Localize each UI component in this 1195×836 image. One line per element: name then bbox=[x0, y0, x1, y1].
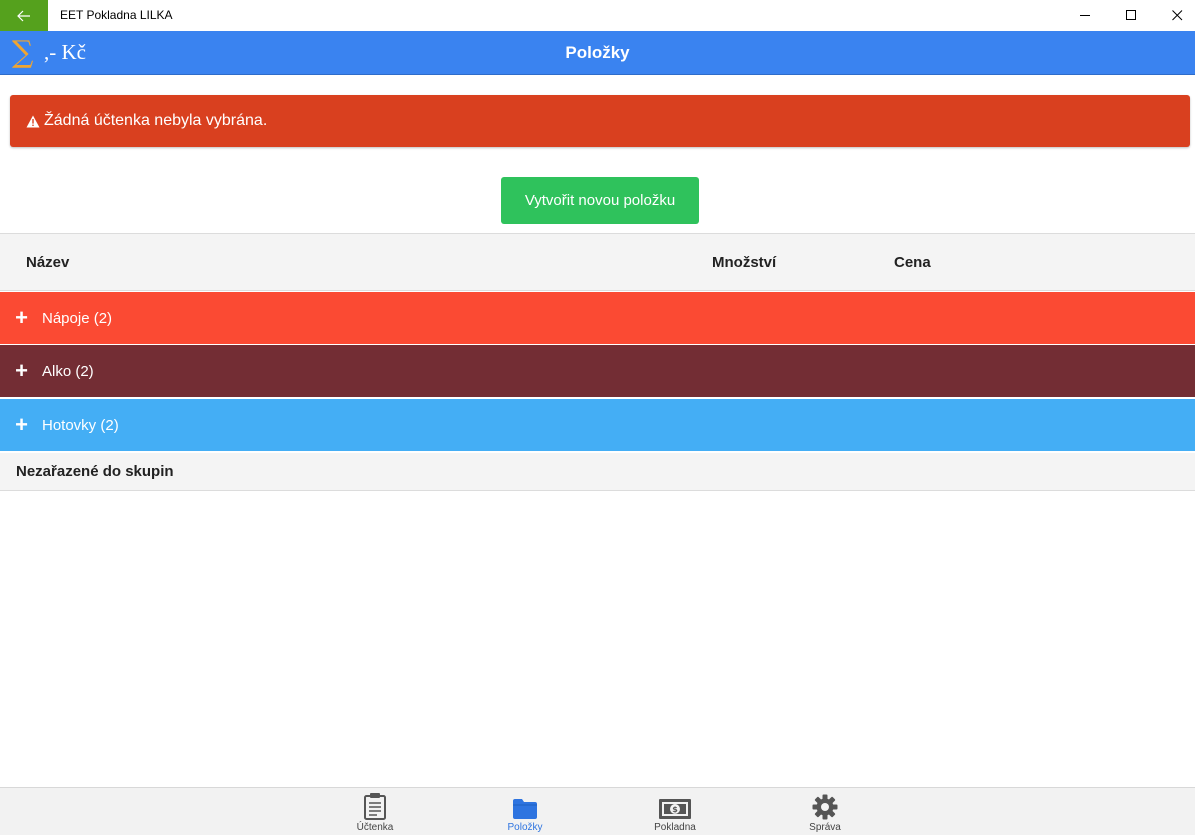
sum-icon: ∑ bbox=[12, 35, 34, 70]
group-label: Hotovky (2) bbox=[42, 416, 119, 434]
expand-plus-icon: + bbox=[15, 412, 28, 437]
group-row-hotovky[interactable]: + Hotovky (2) bbox=[0, 399, 1195, 451]
nav-label: Účtenka bbox=[356, 822, 394, 833]
arrow-left-icon bbox=[17, 10, 30, 21]
minimize-icon bbox=[1079, 15, 1090, 16]
alert-text: Žádná účtenka nebyla vybrána. bbox=[44, 112, 268, 129]
no-receipt-alert: Žádná účtenka nebyla vybrána. bbox=[10, 95, 1190, 147]
nav-item-pokladna[interactable]: $ Pokladna bbox=[630, 788, 720, 836]
expand-plus-icon: + bbox=[15, 358, 28, 383]
column-header-name[interactable]: Název bbox=[26, 234, 69, 292]
column-header-price[interactable]: Cena bbox=[894, 234, 931, 292]
nav-item-uctenka[interactable]: Účtenka bbox=[330, 788, 420, 836]
svg-text:$: $ bbox=[672, 805, 678, 814]
maximize-icon bbox=[1125, 10, 1136, 20]
nav-label: Správa bbox=[809, 822, 841, 833]
create-item-button[interactable]: Vytvořit novou položku bbox=[501, 177, 699, 224]
maximize-button[interactable] bbox=[1108, 0, 1154, 31]
bottom-navigation: Účtenka Položky $ Pokladna Správa bbox=[0, 787, 1195, 835]
app-header: Položky ∑ ,- Kč bbox=[0, 31, 1195, 75]
clipboard-icon bbox=[364, 793, 386, 820]
window-titlebar: EET Pokladna LILKA bbox=[0, 0, 1195, 31]
group-row-alko[interactable]: + Alko (2) bbox=[0, 345, 1195, 397]
receipt-total: ,- Kč bbox=[44, 40, 86, 64]
expand-plus-icon: + bbox=[15, 305, 28, 330]
nav-item-polozky[interactable]: Položky bbox=[480, 788, 570, 836]
close-icon bbox=[1171, 10, 1182, 21]
page-title: Položky bbox=[565, 43, 630, 62]
window-title: EET Pokladna LILKA bbox=[60, 8, 173, 22]
folder-icon bbox=[513, 799, 537, 819]
cash-icon: $ bbox=[659, 799, 691, 819]
table-header: Název Množství Cena bbox=[0, 233, 1195, 291]
gear-icon bbox=[812, 794, 838, 820]
minimize-button[interactable] bbox=[1062, 0, 1108, 31]
group-label: Alko (2) bbox=[42, 362, 94, 380]
nav-item-sprava[interactable]: Správa bbox=[780, 788, 870, 836]
nav-label: Položky bbox=[507, 822, 543, 833]
back-button[interactable] bbox=[0, 0, 48, 31]
group-label: Nápoje (2) bbox=[42, 309, 113, 327]
warning-icon bbox=[26, 115, 40, 127]
nav-label: Pokladna bbox=[654, 822, 696, 833]
ungrouped-section-header: Nezařazené do skupin bbox=[0, 453, 1195, 491]
group-row-napoje[interactable]: + Nápoje (2) bbox=[0, 292, 1195, 344]
close-button[interactable] bbox=[1154, 0, 1195, 31]
column-header-quantity[interactable]: Množství bbox=[712, 234, 776, 292]
